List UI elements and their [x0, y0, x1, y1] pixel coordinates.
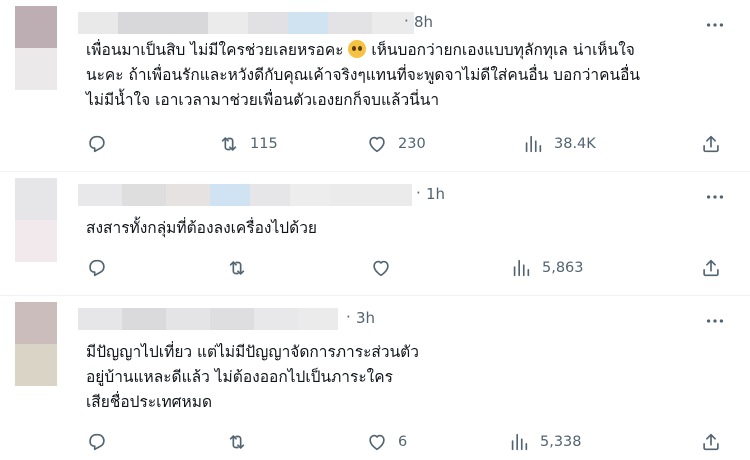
like-button[interactable]: 230 — [366, 132, 426, 156]
tweet[interactable]: · 3h มีปัญญาไปเที่ยว แต่ไม่มีปัญญาจัดการ… — [0, 296, 750, 460]
view-count: 5,338 — [540, 434, 582, 450]
author-name-blurred[interactable] — [78, 184, 412, 206]
like-button[interactable] — [370, 256, 402, 280]
share-button[interactable] — [700, 132, 722, 156]
tweet-text: มีปัญญาไปเที่ยว แต่ไม่มีปัญญาจัดการภาระส… — [86, 340, 726, 415]
share-button[interactable] — [700, 430, 722, 454]
timestamp[interactable]: 3h — [356, 309, 375, 327]
like-count: 230 — [398, 136, 426, 152]
heart-icon — [373, 260, 389, 277]
views-icon — [525, 135, 542, 153]
views-button[interactable]: 38.4K — [522, 132, 596, 156]
pleading-face-icon — [348, 40, 367, 58]
separator-dot: · — [346, 308, 351, 326]
tweet-line: นะคะ ถ้าเพื่อนรักและหวังดีกับคุณเค้าจริง… — [86, 66, 640, 84]
action-bar: 5,863 — [86, 256, 726, 280]
reply-button[interactable] — [86, 132, 118, 156]
avatar[interactable] — [15, 302, 57, 386]
avatar[interactable] — [15, 6, 57, 90]
reply-icon — [89, 135, 105, 153]
retweet-button[interactable] — [226, 430, 258, 454]
tweet[interactable]: · 1h สงสารทั้งกลุ่มที่ต้องลงเครื่องไปด้ว… — [0, 172, 750, 296]
more-icon[interactable] — [704, 310, 726, 332]
view-count: 38.4K — [554, 136, 596, 152]
tweet[interactable]: · 8h เพื่อนมาเป็นสิบ ไม่มีใครช่วยเลยหรอค… — [0, 0, 750, 172]
tweet-line: เห็นบอกว่ายกเองแบบทุลักทุเล น่าเห็นใจ — [371, 41, 635, 59]
heart-icon — [369, 434, 385, 451]
tweet-line: เพื่อนมาเป็นสิบ ไม่มีใครช่วยเลยหรอคะ — [86, 41, 344, 59]
tweet-line: ไม่มีน้ำใจ เอาเวลามาช่วยเพื่อนตัวเองยกก็… — [86, 91, 440, 109]
views-button[interactable]: 5,338 — [508, 430, 582, 454]
tweet-line: มีปัญญาไปเที่ยว แต่ไม่มีปัญญาจัดการภาระส… — [86, 343, 419, 361]
reply-button[interactable] — [86, 256, 118, 280]
retweet-icon — [229, 261, 245, 275]
separator-dot: · — [416, 184, 421, 202]
retweet-icon — [229, 435, 245, 449]
action-bar: 6 5,338 — [86, 430, 726, 454]
separator-dot: · — [404, 12, 409, 30]
share-icon — [703, 259, 719, 277]
author-name-blurred[interactable] — [78, 308, 338, 330]
views-icon — [513, 259, 530, 277]
tweet-line: สงสารทั้งกลุ่มที่ต้องลงเครื่องไปด้วย — [86, 219, 317, 237]
retweet-icon — [221, 137, 237, 151]
views-button[interactable]: 5,863 — [510, 256, 584, 280]
share-icon — [703, 135, 719, 153]
tweet-text: เพื่อนมาเป็นสิบ ไม่มีใครช่วยเลยหรอคะ เห็… — [86, 38, 726, 113]
heart-icon — [369, 136, 385, 153]
tweet-line: อยู่บ้านแหละดีแล้ว ไม่ต้องออกไปเป็นภาระใ… — [86, 368, 393, 386]
author-name-blurred[interactable] — [78, 12, 414, 34]
like-button[interactable]: 6 — [366, 430, 407, 454]
more-icon[interactable] — [704, 14, 726, 36]
reply-icon — [89, 259, 105, 277]
retweet-count: 115 — [250, 136, 278, 152]
more-icon[interactable] — [704, 186, 726, 208]
reply-button[interactable] — [86, 430, 118, 454]
like-count: 6 — [398, 434, 408, 450]
avatar[interactable] — [15, 178, 57, 262]
retweet-button[interactable]: 115 — [218, 132, 278, 156]
timestamp[interactable]: 8h — [414, 13, 433, 31]
retweet-button[interactable] — [226, 256, 258, 280]
view-count: 5,863 — [542, 260, 584, 276]
views-icon — [511, 433, 528, 451]
share-button[interactable] — [700, 256, 722, 280]
tweet-text: สงสารทั้งกลุ่มที่ต้องลงเครื่องไปด้วย — [86, 216, 726, 241]
share-icon — [703, 433, 719, 451]
tweet-line: เสียชื่อประเทศหมด — [86, 393, 213, 411]
reply-icon — [89, 433, 105, 451]
action-bar: 115 230 38.4K — [86, 132, 726, 156]
timestamp[interactable]: 1h — [426, 185, 445, 203]
